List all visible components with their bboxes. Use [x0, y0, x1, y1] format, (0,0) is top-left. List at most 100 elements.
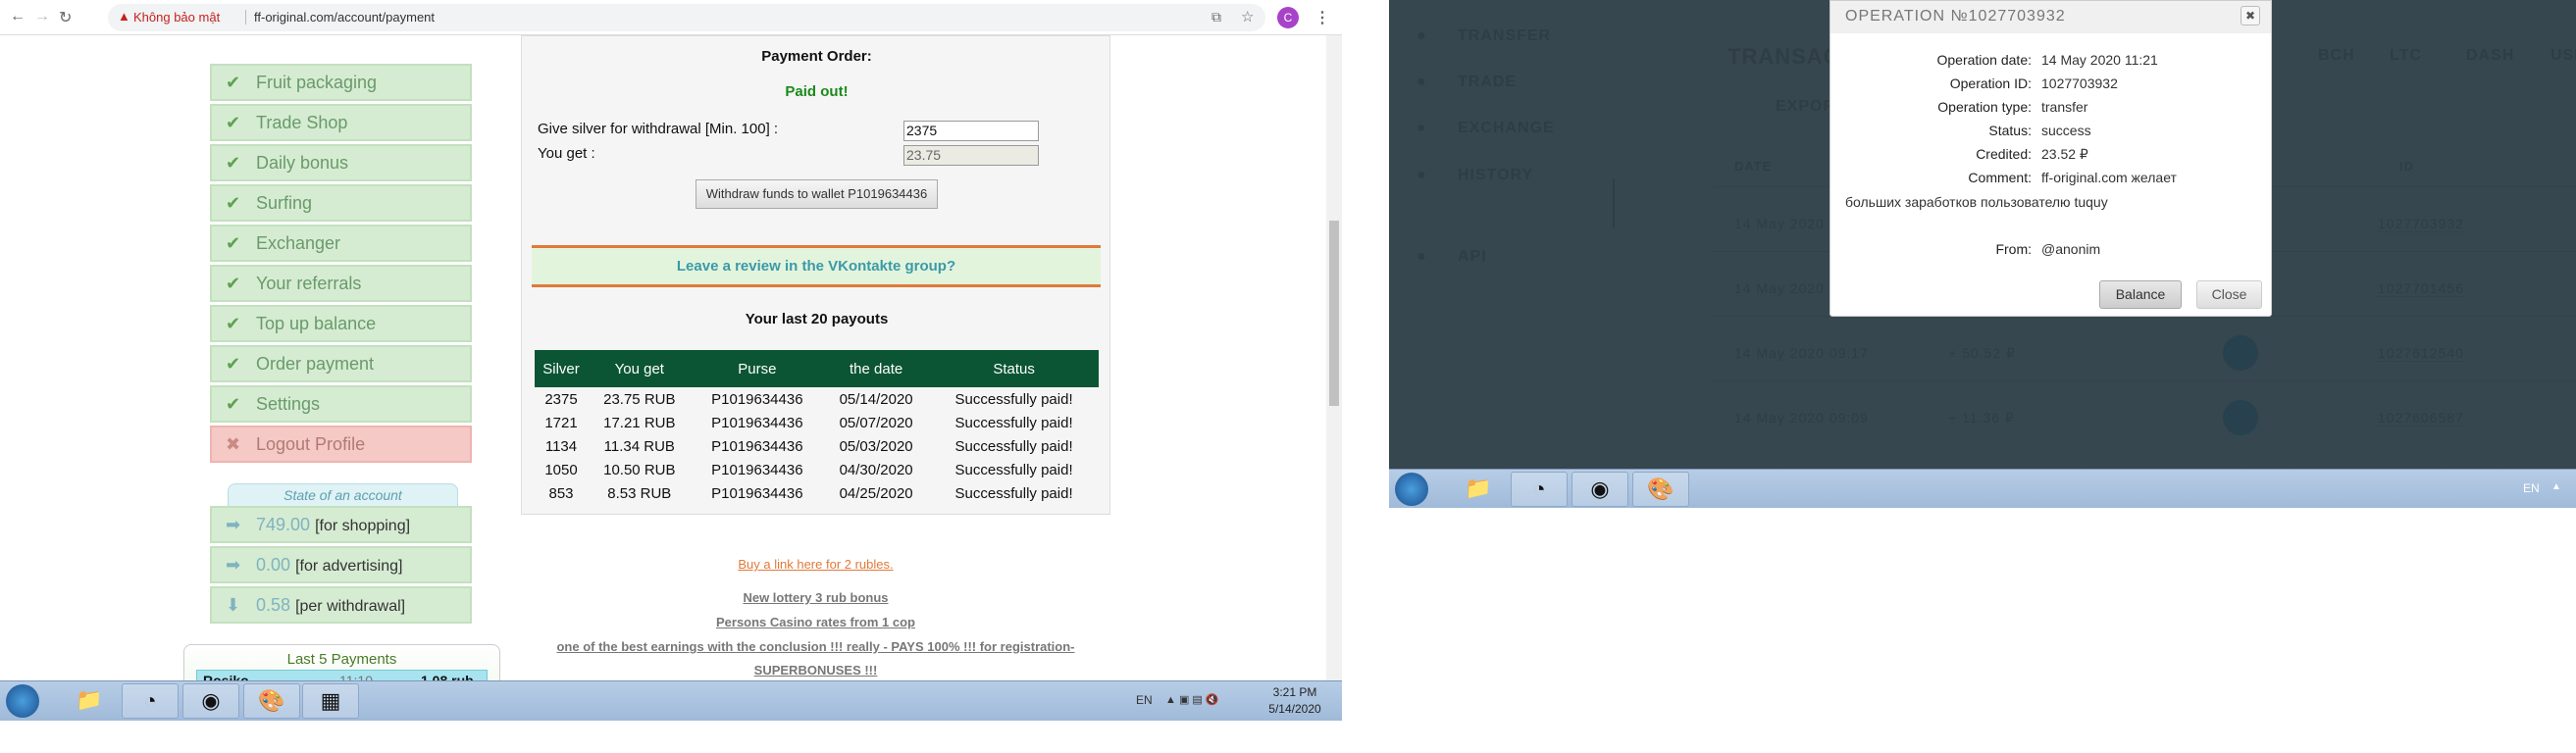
- nav-icon: ●: [1417, 248, 1427, 265]
- star-icon[interactable]: ☆: [1241, 8, 1254, 25]
- logout-button[interactable]: ✖ Logout Profile: [210, 426, 472, 463]
- review-link[interactable]: Leave a review in the VKontakte group?: [532, 245, 1101, 287]
- nav-item[interactable]: TRADE: [1458, 74, 1517, 91]
- paint-icon[interactable]: 🎨: [243, 683, 300, 719]
- arrow-down-icon: ⬇: [226, 595, 241, 615]
- superbonuses-link[interactable]: SUPERBONUSES !!!: [521, 663, 1110, 678]
- sidebar-item-label: Top up balance: [256, 314, 377, 333]
- nav-item[interactable]: API: [1458, 248, 1487, 266]
- sidebar-item[interactable]: ✔ Top up balance: [210, 305, 472, 342]
- tray-arrow-icon[interactable]: ▲ ▣ ▤ 🔇: [1165, 693, 1219, 706]
- row-id[interactable]: 1027703932: [2378, 216, 2464, 232]
- start-button[interactable]: [6, 684, 39, 718]
- explorer-icon[interactable]: 📁: [61, 683, 118, 719]
- language-indicator[interactable]: EN: [1136, 693, 1153, 707]
- close-icon[interactable]: ✖: [2241, 6, 2260, 25]
- nav-item[interactable]: EXCHANGE: [1458, 120, 1555, 137]
- table-cell: 853: [548, 484, 574, 502]
- column-header: the date: [823, 350, 930, 387]
- check-icon: ✔: [226, 73, 241, 92]
- row-id[interactable]: 1027606587: [2378, 410, 2464, 427]
- nav-icon: ●: [1417, 74, 1427, 90]
- back-icon[interactable]: ←: [10, 8, 26, 25]
- sidebar-item[interactable]: ✔ Exchanger: [210, 225, 472, 262]
- operation-dialog: OPERATION №1027703932 ✖ Operation date: 1…: [1829, 0, 2272, 317]
- address-bar[interactable]: ▲ Không bảo mật ff-original.com/account/…: [108, 4, 1265, 31]
- payouts-table: Silver You get Purse the date Status 2375 23.…: [535, 350, 1099, 505]
- payment-title: Payment Order:: [761, 48, 872, 65]
- field-value: 23.52 ₽: [2041, 146, 2088, 162]
- forward-icon[interactable]: →: [34, 8, 50, 25]
- table-cell: 05/03/2020: [839, 437, 913, 455]
- balance-label: [for shopping]: [315, 518, 411, 534]
- table-header: Silver You get Purse the date Status: [535, 350, 1099, 387]
- currency-tab[interactable]: BCH: [2318, 47, 2355, 65]
- comment-continuation: больших заработков пользователю tuquy: [1845, 194, 2108, 210]
- table-cell: P1019634436: [711, 484, 803, 502]
- sidebar-item[interactable]: ✔ Fruit packaging: [210, 64, 472, 101]
- casino-link[interactable]: Persons Casino rates from 1 cop: [521, 615, 1110, 629]
- app-icon[interactable]: ◔: [122, 683, 179, 719]
- sidebar-item-label: Daily bonus: [256, 153, 349, 173]
- scrollbar[interactable]: [1326, 35, 1342, 680]
- start-button[interactable]: [1395, 473, 1428, 506]
- paint-icon[interactable]: 🎨: [1632, 472, 1689, 507]
- silver-label: Give silver for withdrawal [Min. 100] :: [538, 121, 779, 137]
- sidebar-item[interactable]: ✔ Daily bonus: [210, 144, 472, 181]
- tray-arrow-icon[interactable]: ▲: [2551, 481, 2561, 492]
- payouts-title: Your last 20 payouts: [745, 311, 889, 327]
- chrome-icon[interactable]: ◉: [182, 683, 239, 719]
- calculator-icon[interactable]: ▦: [302, 683, 359, 719]
- buy-link[interactable]: Buy a link here for 2 rubles.: [521, 557, 1110, 572]
- check-icon: ✔: [226, 274, 241, 293]
- reload-icon[interactable]: ↻: [59, 8, 72, 27]
- url-text[interactable]: ff-original.com/account/payment: [245, 10, 435, 25]
- dialog-title: OPERATION №1027703932: [1830, 1, 2271, 33]
- sidebar-item[interactable]: ✔ Surfing: [210, 184, 472, 222]
- sidebar-item-label: Trade Shop: [256, 113, 348, 132]
- nav-item[interactable]: HISTORY: [1458, 167, 1533, 184]
- currency-tab[interactable]: LTC: [2390, 47, 2422, 65]
- close-button[interactable]: Close: [2196, 280, 2262, 309]
- menu-icon[interactable]: ⋮: [1314, 8, 1330, 27]
- row-id[interactable]: 1027612540: [2378, 345, 2464, 362]
- nav-item[interactable]: TRANSFER: [1458, 27, 1551, 45]
- sidebar-item[interactable]: ✔ Trade Shop: [210, 104, 472, 141]
- lottery-link[interactable]: New lottery 3 rub bonus: [521, 590, 1110, 605]
- balance-item: ➡ 749.00 [for shopping]: [210, 506, 472, 543]
- translate-icon[interactable]: ⧉: [1211, 9, 1221, 25]
- chrome-icon[interactable]: ◉: [1571, 472, 1628, 507]
- check-icon: ✔: [226, 233, 241, 253]
- avatar[interactable]: C: [1277, 7, 1299, 28]
- field-label: Operation date:: [1936, 52, 2032, 68]
- table-cell: Successfully paid!: [954, 437, 1073, 455]
- get-output: 23.75: [903, 145, 1039, 166]
- scrollbar-thumb[interactable]: [1329, 221, 1339, 406]
- table-cell: 11.34 RUB: [603, 437, 675, 455]
- check-icon: ✔: [226, 354, 241, 374]
- earnings-link[interactable]: one of the best earnings with the conclu…: [521, 639, 1110, 654]
- sidebar-item[interactable]: ✔ Settings: [210, 385, 472, 423]
- currency-tab[interactable]: DASH: [2466, 47, 2514, 65]
- table-cell: 8.53 RUB: [607, 484, 672, 502]
- currency-tab[interactable]: USDT: [2550, 47, 2576, 65]
- withdraw-button[interactable]: Withdraw funds to wallet P1019634436: [696, 179, 938, 209]
- arrow-right-icon: ➡: [226, 515, 241, 534]
- clock-date[interactable]: 5/14/2020: [1265, 702, 1324, 716]
- table-row: 853 8.53 RUB P1019634436 04/25/2020 Successf…: [535, 481, 1099, 505]
- security-label[interactable]: Không bảo mật: [133, 10, 220, 25]
- explorer-icon[interactable]: 📁: [1450, 472, 1507, 507]
- balance-button[interactable]: Balance: [2099, 280, 2182, 309]
- language-indicator[interactable]: EN: [2523, 481, 2540, 495]
- table-cell: P1019634436: [711, 437, 803, 455]
- sidebar-item[interactable]: ✔ Order payment: [210, 345, 472, 382]
- clock-time[interactable]: 3:21 PM: [1265, 685, 1324, 699]
- table-cell: 05/07/2020: [839, 414, 913, 431]
- row-id[interactable]: 1027701456: [2378, 280, 2464, 297]
- from-value: @anonim: [2041, 241, 2101, 257]
- paid-status: Paid out!: [785, 83, 849, 100]
- sidebar-item[interactable]: ✔ Your referrals: [210, 265, 472, 302]
- silver-input[interactable]: 2375: [903, 121, 1039, 141]
- app-icon[interactable]: ◔: [1511, 472, 1568, 507]
- from-label: From:: [1995, 241, 2032, 257]
